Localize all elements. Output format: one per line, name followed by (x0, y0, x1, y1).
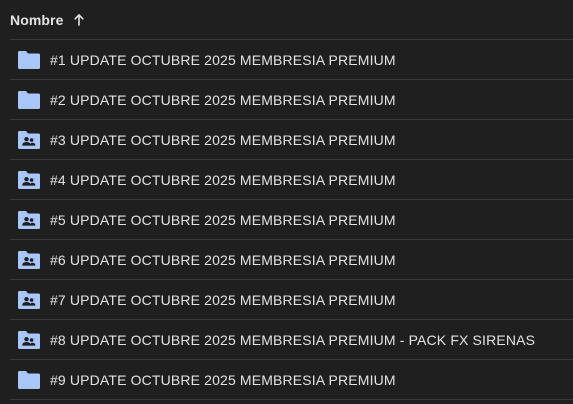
file-name: #7 UPDATE OCTUBRE 2025 MEMBRESIA PREMIUM (50, 292, 396, 308)
file-name: #9 UPDATE OCTUBRE 2025 MEMBRESIA PREMIUM (50, 372, 396, 388)
file-row[interactable]: #4 UPDATE OCTUBRE 2025 MEMBRESIA PREMIUM (10, 159, 573, 199)
file-list-view: Nombre #1 UPDATE OCTUBRE 2025 MEMBRESIA … (0, 0, 573, 404)
file-name: #4 UPDATE OCTUBRE 2025 MEMBRESIA PREMIUM (50, 172, 396, 188)
file-name: #6 UPDATE OCTUBRE 2025 MEMBRESIA PREMIUM (50, 252, 396, 268)
shared-folder-icon (17, 210, 41, 230)
file-row[interactable]: #2 UPDATE OCTUBRE 2025 MEMBRESIA PREMIUM (10, 79, 573, 119)
file-name: #8 UPDATE OCTUBRE 2025 MEMBRESIA PREMIUM… (50, 332, 536, 348)
folder-icon (17, 370, 41, 390)
folder-icon (17, 50, 41, 70)
file-row[interactable]: #8 UPDATE OCTUBRE 2025 MEMBRESIA PREMIUM… (10, 319, 573, 359)
file-list: #1 UPDATE OCTUBRE 2025 MEMBRESIA PREMIUM… (10, 39, 573, 399)
shared-folder-icon (17, 170, 41, 190)
file-row[interactable]: #7 UPDATE OCTUBRE 2025 MEMBRESIA PREMIUM (10, 279, 573, 319)
file-row[interactable]: #3 UPDATE OCTUBRE 2025 MEMBRESIA PREMIUM (10, 119, 573, 159)
shared-folder-icon (17, 330, 41, 350)
folder-icon (17, 90, 41, 110)
file-name: #2 UPDATE OCTUBRE 2025 MEMBRESIA PREMIUM (50, 92, 396, 108)
column-header: Nombre (0, 0, 573, 39)
file-name: #5 UPDATE OCTUBRE 2025 MEMBRESIA PREMIUM (50, 212, 396, 228)
arrow-up-icon[interactable] (73, 13, 85, 27)
file-name: #1 UPDATE OCTUBRE 2025 MEMBRESIA PREMIUM (50, 52, 396, 68)
file-name: #3 UPDATE OCTUBRE 2025 MEMBRESIA PREMIUM (50, 132, 396, 148)
shared-folder-icon (17, 130, 41, 150)
divider (10, 399, 573, 404)
file-row[interactable]: #5 UPDATE OCTUBRE 2025 MEMBRESIA PREMIUM (10, 199, 573, 239)
shared-folder-icon (17, 290, 41, 310)
name-column-header[interactable]: Nombre (10, 12, 64, 28)
shared-folder-icon (17, 250, 41, 270)
file-row[interactable]: #6 UPDATE OCTUBRE 2025 MEMBRESIA PREMIUM (10, 239, 573, 279)
file-row[interactable]: #9 UPDATE OCTUBRE 2025 MEMBRESIA PREMIUM (10, 359, 573, 399)
file-row[interactable]: #1 UPDATE OCTUBRE 2025 MEMBRESIA PREMIUM (10, 39, 573, 79)
